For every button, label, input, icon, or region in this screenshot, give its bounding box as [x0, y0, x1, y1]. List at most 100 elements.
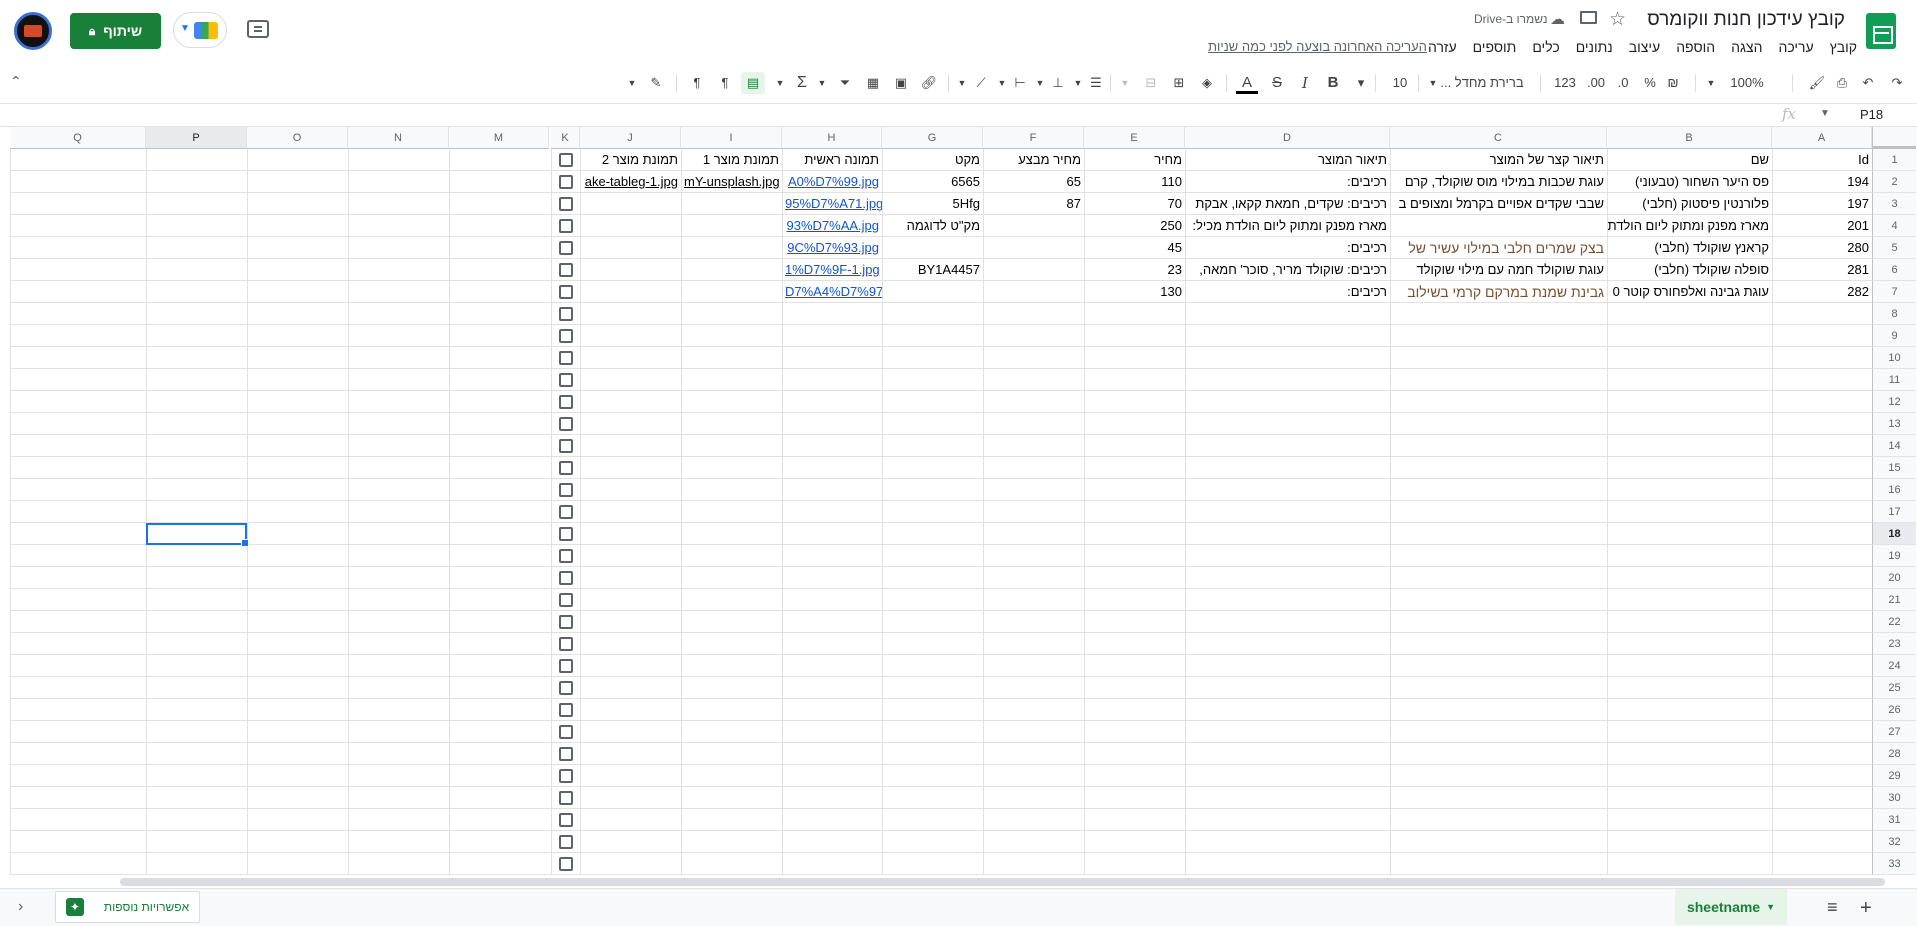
cell-g[interactable]: BY1A4457 [882, 259, 983, 281]
row-header[interactable]: 24 [1872, 655, 1916, 677]
share-button[interactable]: שיתוף 🔒︎ [70, 13, 161, 49]
column-header[interactable]: P [146, 127, 247, 149]
chevron-down-icon[interactable]: ▼ [1072, 72, 1084, 94]
strikethrough-icon[interactable]: S [1266, 72, 1288, 94]
chevron-down-icon[interactable]: ▼ [1034, 72, 1046, 94]
cell-a[interactable]: 282 [1772, 281, 1872, 303]
chevron-down-icon[interactable]: ▼ [956, 72, 968, 94]
row-header[interactable]: 13 [1872, 413, 1916, 435]
cell-d[interactable]: תיאור המוצר [1185, 149, 1390, 171]
checkbox[interactable] [559, 153, 573, 167]
checkbox[interactable] [559, 263, 573, 277]
all-sheets-icon[interactable]: ≡ [1827, 897, 1838, 918]
column-header[interactable]: M [449, 127, 549, 149]
cell-c[interactable]: בצק שמרים חלבי במילוי עשיר של [1390, 237, 1607, 259]
column-header[interactable]: H [782, 127, 882, 149]
smart-table-icon[interactable]: ▤ [741, 72, 765, 94]
chevron-right-icon[interactable]: › [18, 898, 23, 916]
insert-comment-icon[interactable]: ▣ [890, 72, 912, 94]
menu-item[interactable]: עריכה [1770, 37, 1821, 57]
menu-item[interactable]: כלים [1524, 37, 1567, 57]
document-title[interactable]: קובץ עידכון חנות ווקומרס [1647, 9, 1845, 31]
checkbox[interactable] [559, 373, 573, 387]
chevron-down-icon[interactable]: ▼ [1766, 902, 1775, 912]
row-header[interactable]: 23 [1872, 633, 1916, 655]
bold-icon[interactable]: B [1322, 72, 1344, 94]
insert-chart-icon[interactable]: ▦ [862, 72, 884, 94]
row-header[interactable]: 18 [1872, 523, 1916, 545]
checkbox[interactable] [559, 329, 573, 343]
menu-item[interactable]: עיצוב [1621, 37, 1668, 57]
cell-c[interactable]: עוגת שכבות במילוי מוס שוקולד, קרם [1390, 171, 1607, 193]
row-header[interactable]: 32 [1872, 831, 1916, 853]
cell-f[interactable]: 65 [983, 171, 1084, 193]
horizontal-scrollbar[interactable] [120, 878, 1885, 886]
cell-j[interactable]: תמונת מוצר 2 [580, 149, 681, 171]
chevron-down-icon[interactable]: ▼ [996, 72, 1008, 94]
column-header[interactable]: O [247, 127, 348, 149]
cell-e[interactable]: 110 [1084, 171, 1185, 193]
row-header[interactable]: 19 [1872, 545, 1916, 567]
row-header[interactable]: 29 [1872, 765, 1916, 787]
row-header[interactable]: 1 [1872, 149, 1916, 171]
row-header[interactable]: 27 [1872, 721, 1916, 743]
redo-icon[interactable]: ↷ [1887, 72, 1907, 94]
chevron-down-icon[interactable]: ▾ [1352, 72, 1370, 94]
row-header[interactable]: 12 [1872, 391, 1916, 413]
row-header[interactable]: 5 [1872, 237, 1916, 259]
currency-format[interactable]: ₪ [1663, 72, 1683, 94]
chevron-down-icon[interactable]: ▼ [625, 72, 639, 94]
column-header[interactable]: J [580, 127, 681, 149]
undo-icon[interactable]: ↶ [1858, 72, 1878, 94]
collapse-toolbar-icon[interactable]: ⌃ [10, 73, 22, 90]
checkbox[interactable] [559, 813, 573, 827]
cell-d[interactable]: מארז מפנק ומתוק ליום הולדת מכיל: [1185, 215, 1390, 237]
cell-g[interactable]: 5Hfg [882, 193, 983, 215]
cell-g[interactable]: מק"ט לדוגמה [882, 215, 983, 237]
row-header[interactable]: 21 [1872, 589, 1916, 611]
cell-e[interactable]: 250 [1084, 215, 1185, 237]
cell-a[interactable]: 281 [1772, 259, 1872, 281]
column-header[interactable]: A [1772, 127, 1872, 149]
checkbox[interactable] [559, 285, 573, 299]
checkbox[interactable] [559, 549, 573, 563]
cell-c[interactable]: שבבי שקדים אפויים בקרמל ומצופים ב [1390, 193, 1607, 215]
checkbox[interactable] [559, 747, 573, 761]
row-header[interactable]: 2 [1872, 171, 1916, 193]
rtl-direction-icon[interactable]: ¶ [686, 72, 708, 94]
menu-item[interactable]: הוספה [1668, 37, 1723, 57]
checkbox[interactable] [559, 219, 573, 233]
row-header[interactable]: 28 [1872, 743, 1916, 765]
spreadsheet-grid[interactable]: A B C D E F G H I J K M N O P Q 1 2 3 4 5 6 7 8 9 10 11 12 13 14 15 16 1… [0, 127, 1917, 875]
row-header[interactable]: 7 [1872, 281, 1916, 303]
paint-format-icon[interactable]: 🖌︎ [1807, 72, 1827, 94]
last-edit-link[interactable]: העריכה האחרונה בוצעה לפני כמה שניות [1208, 39, 1427, 54]
percent-format[interactable]: % [1640, 72, 1660, 94]
sheets-logo-icon[interactable] [1866, 13, 1896, 49]
star-icon[interactable]: ☆ [1609, 8, 1626, 31]
checkbox[interactable] [559, 461, 573, 475]
cell-c[interactable]: גבינת שמנת במרקם קרמי בשילוב [1390, 281, 1607, 303]
avatar[interactable] [14, 12, 52, 50]
menu-item[interactable]: קובץ [1822, 37, 1865, 57]
text-color-icon[interactable]: A [1236, 72, 1258, 94]
cell-i[interactable]: mY-unsplash.jpg [681, 171, 782, 193]
row-header[interactable]: 3 [1872, 193, 1916, 215]
checkbox[interactable] [559, 791, 573, 805]
row-header[interactable]: 31 [1872, 809, 1916, 831]
vertical-align-icon[interactable]: ⊥ [1048, 72, 1068, 94]
row-header[interactable]: 16 [1872, 479, 1916, 501]
cell-g[interactable]: 6565 [882, 171, 983, 193]
column-header[interactable]: I [681, 127, 782, 149]
cloud-saved-icon[interactable]: ☁ [1550, 10, 1565, 28]
cell-h[interactable]: A0%D7%99.jpg [782, 171, 882, 193]
cell-a[interactable]: 201 [1772, 215, 1872, 237]
cell-a[interactable]: 280 [1772, 237, 1872, 259]
merge-cells-icon[interactable]: ⊟ [1140, 72, 1162, 94]
checkbox[interactable] [559, 637, 573, 651]
menu-item[interactable]: תוספים [1465, 37, 1525, 57]
checkbox[interactable] [559, 769, 573, 783]
cell-a[interactable]: 197 [1772, 193, 1872, 215]
checkbox[interactable] [559, 241, 573, 255]
checkbox[interactable] [559, 681, 573, 695]
